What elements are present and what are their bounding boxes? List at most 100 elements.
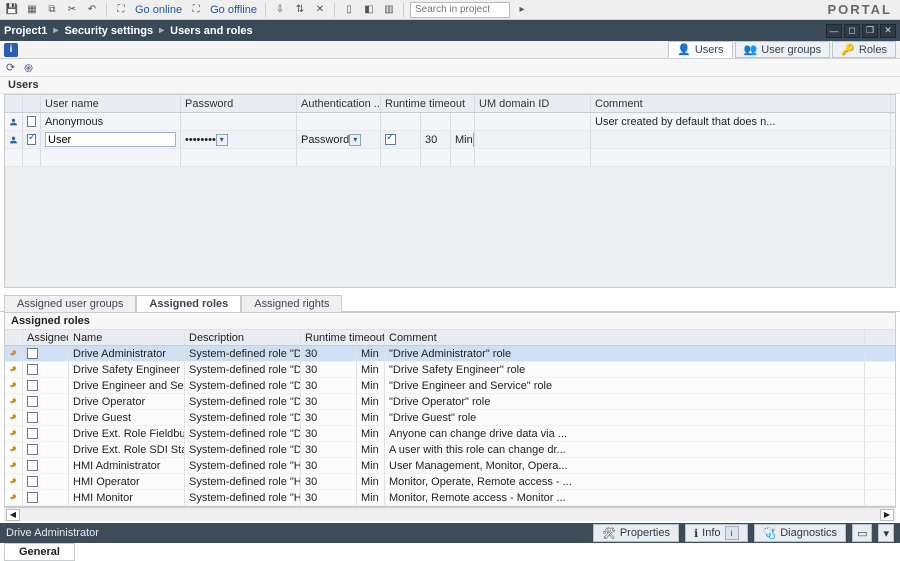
role-row[interactable]: Drive GuestSystem-defined role "Drive Gu… [5,410,895,426]
user-domain-cell[interactable] [475,131,591,148]
role-row[interactable]: HMI MonitorSystem-defined role "HMI Moni… [5,490,895,506]
collapse-button[interactable]: ▭ [852,524,872,542]
role-assign-checkbox[interactable] [23,474,69,489]
user-row[interactable]: AnonymousUser created by default that do… [5,113,895,131]
user-name-cell[interactable]: Anonymous [41,113,181,130]
role-row[interactable]: Drive Engineer and ServiceSystem-defined… [5,378,895,394]
role-row[interactable]: Drive AdministratorSystem-defined role "… [5,346,895,362]
role-assign-checkbox[interactable] [23,442,69,457]
password-dropdown[interactable]: ▾ [216,134,228,146]
tab-properties[interactable]: 🛠Properties [593,524,679,542]
tab-roles[interactable]: 🔑Roles [832,41,896,58]
col-timeout[interactable]: Runtime timeout [381,95,475,112]
maximize-button[interactable]: ◻ [844,24,860,38]
horizontal-scrollbar[interactable]: ◀ ▶ [4,507,896,521]
role-icon [5,362,23,377]
close-icon[interactable]: ✕ [312,2,328,18]
tab-assigned-rights[interactable]: Assigned rights [241,295,342,312]
info-icon[interactable]: i [4,43,18,57]
user-checkbox[interactable] [23,113,41,130]
tab-diagnostics[interactable]: 🩺Diagnostics [754,524,847,542]
user-name-cell[interactable] [41,131,181,148]
user-timeout-unit[interactable] [451,113,475,130]
role-assign-checkbox[interactable] [23,346,69,361]
col-password[interactable]: Password [181,95,297,112]
timeout-checkbox[interactable] [385,134,396,145]
user-auth-cell[interactable] [297,113,381,130]
tree-icon[interactable]: ֍ [24,61,38,75]
crumb-project[interactable]: Project1 [4,25,47,37]
close-button[interactable]: ✕ [880,24,896,38]
user-auth-cell[interactable]: Password ▾ [297,131,381,148]
col3-icon[interactable]: ▥ [381,2,397,18]
refresh-icon[interactable]: ⟳ [6,61,20,75]
download-icon[interactable]: ⇩ [272,2,288,18]
user-timeout-val[interactable] [421,113,451,130]
col-role-name[interactable]: Name [69,330,185,345]
tab-general[interactable]: General [4,543,75,561]
col-comment[interactable]: Comment [591,95,891,112]
col-assigned-to[interactable]: Assigned to [23,330,69,345]
scroll-left-icon[interactable]: ◀ [6,509,20,521]
add-user-row[interactable] [5,149,895,167]
offline-icon[interactable]: ⛶ [188,2,204,18]
tab-assigned-roles[interactable]: Assigned roles [136,295,241,312]
user-row[interactable]: •••••••• ▾Password ▾ 30Min▲▼ [5,131,895,149]
auth-dropdown[interactable]: ▾ [349,134,361,146]
crumb-security[interactable]: Security settings [64,25,153,37]
user-timeout-chk[interactable] [381,131,421,148]
search-go-icon[interactable]: ▸ [514,2,530,18]
scroll-right-icon[interactable]: ▶ [880,509,894,521]
user-timeout-val[interactable]: 30 [421,131,451,148]
user-icon: 👤 [677,43,691,56]
col-role-comment[interactable]: Comment [385,330,865,345]
user-comment-cell [591,131,891,148]
col1-icon[interactable]: ▯ [341,2,357,18]
col-domain[interactable]: UM domain ID [475,95,591,112]
save-icon[interactable]: 💾 [4,2,20,18]
user-name-input[interactable] [45,132,176,147]
col-auth[interactable]: Authentication ... [297,95,381,112]
network-icon[interactable]: ⛶ [113,2,129,18]
role-row[interactable]: Drive Ext. Role SDI Standard/AdvSystem-d… [5,442,895,458]
expand-button[interactable]: ▾ [878,524,894,542]
cut-icon[interactable]: ✂ [64,2,80,18]
user-checkbox[interactable] [23,131,41,148]
user-domain-cell[interactable] [475,113,591,130]
role-assign-checkbox[interactable] [23,378,69,393]
role-assign-checkbox[interactable] [23,458,69,473]
role-row[interactable]: Drive Safety EngineerSystem-defined role… [5,362,895,378]
tab-info[interactable]: ℹInfoi [685,524,748,542]
role-assign-checkbox[interactable] [23,490,69,505]
col-role-timeout[interactable]: Runtime timeout [301,330,385,345]
project-icon[interactable]: ▦ [24,2,40,18]
user-timeout-chk[interactable] [381,113,421,130]
col2-icon[interactable]: ◧ [361,2,377,18]
tab-user-groups[interactable]: 👥User groups [735,41,831,58]
role-row[interactable]: Drive Ext. Role FieldbusSystem-defined r… [5,426,895,442]
tab-users[interactable]: 👤Users [668,41,732,58]
undo-icon[interactable]: ↶ [84,2,100,18]
role-row[interactable]: Drive OperatorSystem-defined role "Drive… [5,394,895,410]
user-password-cell[interactable]: •••••••• ▾ [181,131,297,148]
copy-icon[interactable]: ⧉ [44,2,60,18]
col-role-desc[interactable]: Description [185,330,301,345]
role-row[interactable]: HMI OperatorSystem-defined role "HMI Ope… [5,474,895,490]
role-assign-checkbox[interactable] [23,394,69,409]
role-assign-checkbox[interactable] [23,362,69,377]
search-input[interactable] [410,2,510,18]
tab-assigned-user-groups[interactable]: Assigned user groups [4,295,136,312]
role-assign-checkbox[interactable] [23,426,69,441]
user-timeout-unit[interactable]: Min▲▼ [451,131,475,148]
user-password-cell[interactable] [181,113,297,130]
go-online-button[interactable]: Go online [133,4,184,16]
add-user-hint[interactable] [41,149,181,166]
role-row[interactable]: HMI AdministratorSystem-defined role "HM… [5,458,895,474]
crumb-users-roles[interactable]: Users and roles [170,25,253,37]
col-username[interactable]: User name [41,95,181,112]
role-assign-checkbox[interactable] [23,410,69,425]
go-offline-button[interactable]: Go offline [208,4,259,16]
restore-button[interactable]: ❐ [862,24,878,38]
compare-icon[interactable]: ⇅ [292,2,308,18]
minimize-button[interactable]: — [826,24,842,38]
